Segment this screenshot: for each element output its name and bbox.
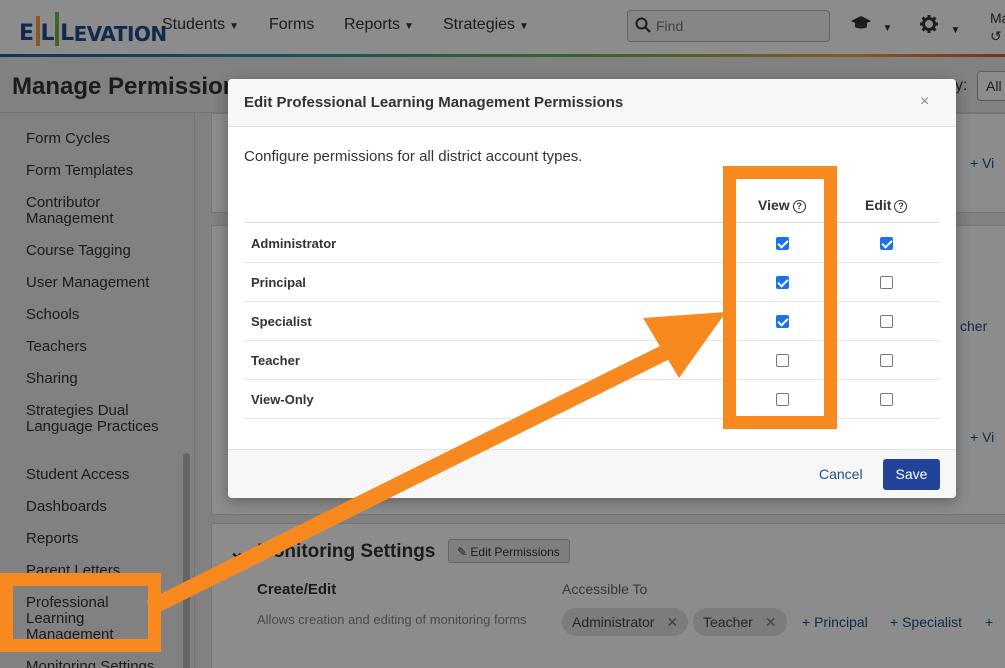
edit-checkbox[interactable]: [880, 393, 893, 406]
modal-description: Configure permissions for all district a…: [244, 148, 583, 165]
column-edit-label: Edit: [865, 197, 892, 213]
sidebar-item-highlight: [0, 573, 161, 652]
account-type-label: Specialist: [251, 314, 312, 329]
save-button[interactable]: Save: [883, 459, 940, 490]
edit-checkbox[interactable]: [880, 276, 893, 289]
column-header-edit: Edit?: [865, 197, 908, 213]
modal-footer: Cancel Save: [228, 449, 956, 498]
edit-checkbox[interactable]: [880, 237, 893, 250]
edit-permissions-modal: Edit Professional Learning Management Pe…: [228, 79, 956, 498]
edit-checkbox[interactable]: [880, 315, 893, 328]
account-type-label: Teacher: [251, 353, 300, 368]
close-icon[interactable]: ×: [920, 93, 929, 111]
view-column-highlight: [723, 166, 837, 429]
help-icon[interactable]: ?: [894, 200, 908, 213]
account-type-label: Administrator: [251, 236, 337, 251]
account-type-label: View-Only: [251, 392, 314, 407]
modal-title: Edit Professional Learning Management Pe…: [244, 94, 624, 111]
cancel-button[interactable]: Cancel: [819, 466, 863, 482]
edit-checkbox[interactable]: [880, 354, 893, 367]
account-type-label: Principal: [251, 275, 306, 290]
modal-header: Edit Professional Learning Management Pe…: [228, 79, 956, 127]
